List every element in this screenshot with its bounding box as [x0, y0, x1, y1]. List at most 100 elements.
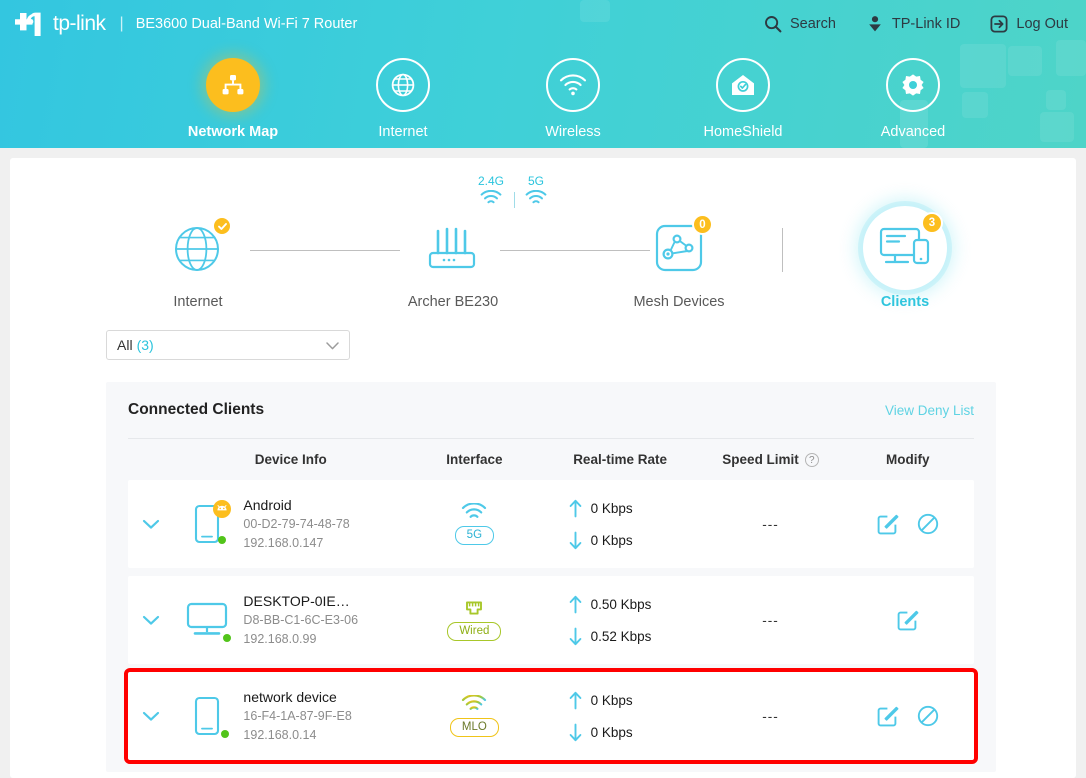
check-icon [217, 222, 227, 230]
realtime-rate-cell: 0.50 Kbps 0.52 Kbps [541, 588, 700, 652]
ethernet-icon [466, 601, 483, 615]
connected-clients-panel: Connected Clients View Deny List Device … [106, 382, 996, 772]
nav-item-homeshield[interactable]: HomeShield [658, 48, 828, 140]
topology-node-router[interactable]: Archer BE230 [406, 212, 500, 310]
arrow-down-icon [569, 723, 581, 741]
router-icon-box [417, 212, 489, 284]
device-name: DESKTOP-0IE… [243, 592, 350, 609]
nav-label-wireless: Wireless [545, 124, 601, 140]
table-row[interactable]: Android 00-D2-79-74-48-78 192.168.0.147 … [128, 480, 974, 568]
panel-title: Connected Clients [128, 401, 265, 418]
globe-icon [391, 73, 415, 97]
arrow-down-icon [569, 627, 581, 645]
android-icon [213, 500, 232, 518]
upload-rate-value: 0 Kbps [590, 500, 633, 516]
band-24g[interactable]: 2.4G [478, 174, 504, 212]
topology-label-mesh-devices: Mesh Devices [633, 294, 725, 310]
chevron-down-icon [142, 711, 159, 721]
internet-status-badge [212, 216, 232, 236]
device-mac: D8-BB-C1-6C-E3-06 [243, 612, 359, 627]
topology-node-mesh-devices[interactable]: 0 Mesh Devices [632, 212, 726, 310]
online-status-dot [223, 634, 232, 642]
edit-icon[interactable] [877, 705, 899, 727]
view-deny-list-link[interactable]: View Deny List [885, 403, 974, 418]
row-expand-toggle[interactable] [128, 519, 173, 530]
modify-cell [842, 513, 974, 535]
tp-link-id-label: TP-Link ID [891, 16, 961, 32]
block-icon[interactable] [917, 513, 939, 535]
realtime-rate-cell: 0 Kbps 0 Kbps [541, 684, 700, 748]
device-info-cell: network device 16-F4-1A-87-9F-E8 192.168… [173, 688, 408, 745]
search-label: Search [789, 16, 836, 32]
home-shield-icon [732, 75, 754, 95]
search-button[interactable]: Search [764, 15, 836, 33]
clients-icon-box: 3 [863, 206, 947, 290]
edit-icon[interactable] [877, 513, 899, 535]
wifi-icon [462, 695, 487, 710]
topology-node-internet[interactable]: Internet [152, 212, 244, 310]
client-filter-row: All (3) [10, 322, 1076, 360]
device-ip: 192.168.0.147 [243, 535, 324, 550]
device-mac: 00-D2-79-74-48-78 [243, 516, 350, 531]
download-rate: 0 Kbps [541, 716, 700, 748]
online-status-dot [218, 536, 227, 544]
device-text: Android 00-D2-79-74-48-78 192.168.0.147 [243, 496, 349, 553]
device-mac: 16-F4-1A-87-9F-E8 [243, 708, 352, 723]
nav-label-homeshield: HomeShield [703, 124, 783, 140]
interface-badge: MLO [449, 718, 499, 737]
header-interface: Interface [446, 452, 503, 467]
download-rate: 0 Kbps [541, 524, 700, 556]
block-icon[interactable] [917, 705, 939, 727]
band-5g[interactable]: 5G [525, 174, 547, 212]
router-icon [428, 227, 476, 269]
tp-link-id-button[interactable]: TP-Link ID [866, 15, 961, 33]
arrow-down-icon [569, 531, 581, 549]
topology-label-internet: Internet [173, 294, 223, 310]
help-icon[interactable]: ? [804, 453, 819, 468]
chevron-down-icon [142, 519, 159, 529]
device-icon-box [179, 498, 235, 550]
tp-link-logo-icon [15, 12, 41, 36]
gear-icon [902, 74, 924, 96]
nav-item-advanced[interactable]: Advanced [828, 48, 998, 140]
table-row[interactable]: network device 16-F4-1A-87-9F-E8 192.168… [124, 668, 978, 764]
speed-limit-cell: --- [762, 612, 779, 628]
network-topology: Internet Archer BE230 2.4G 5G 0 Mesh Dev… [10, 170, 1076, 322]
device-info-cell: Android 00-D2-79-74-48-78 192.168.0.147 [173, 496, 408, 553]
header-speed-limit-label: Speed Limit [722, 451, 799, 467]
realtime-rate-cell: 0 Kbps 0 Kbps [541, 492, 700, 556]
nav-item-internet[interactable]: Internet [318, 48, 488, 140]
tp-link-logo[interactable]: tp-link [14, 10, 106, 38]
desktop-icon [187, 602, 228, 635]
table-row[interactable]: DESKTOP-0IE… D8-BB-C1-6C-E3-06 192.168.0… [128, 576, 974, 664]
row-expand-toggle[interactable] [128, 711, 173, 722]
wireless-circle [546, 58, 600, 112]
search-icon [765, 16, 782, 33]
header-speed-limit: Speed Limit? [700, 451, 842, 468]
speed-limit-cell: --- [762, 516, 779, 532]
device-info-cell: DESKTOP-0IE… D8-BB-C1-6C-E3-06 192.168.0… [173, 592, 408, 649]
nav-item-wireless[interactable]: Wireless [488, 48, 658, 140]
device-ip: 192.168.0.14 [243, 727, 317, 742]
chevron-down-icon [142, 615, 159, 625]
upload-rate: 0 Kbps [541, 492, 700, 524]
edit-icon[interactable] [897, 609, 919, 631]
main-card: Internet Archer BE230 2.4G 5G 0 Mesh Dev… [10, 158, 1076, 778]
upload-rate-value: 0.50 Kbps [590, 596, 652, 612]
clients-count-badge: 3 [921, 212, 943, 234]
topology-node-clients[interactable]: 3 Clients [858, 206, 952, 310]
nav-item-network-map[interactable]: Network Map [148, 48, 318, 140]
internet-circle [376, 58, 430, 112]
nav-label-internet: Internet [378, 124, 428, 140]
chevron-down-icon [326, 337, 339, 353]
band-5g-label: 5G [528, 174, 545, 188]
client-filter-select[interactable]: All (3) [106, 330, 350, 360]
upload-rate-value: 0 Kbps [590, 692, 633, 708]
row-expand-toggle[interactable] [128, 615, 173, 626]
tp-link-id-icon [869, 16, 881, 32]
logout-button[interactable]: Log Out [990, 15, 1068, 33]
network-map-circle [206, 58, 260, 112]
band-24g-label: 2.4G [478, 174, 505, 188]
speed-limit-cell: --- [762, 708, 779, 724]
wifi-icon [480, 189, 502, 204]
